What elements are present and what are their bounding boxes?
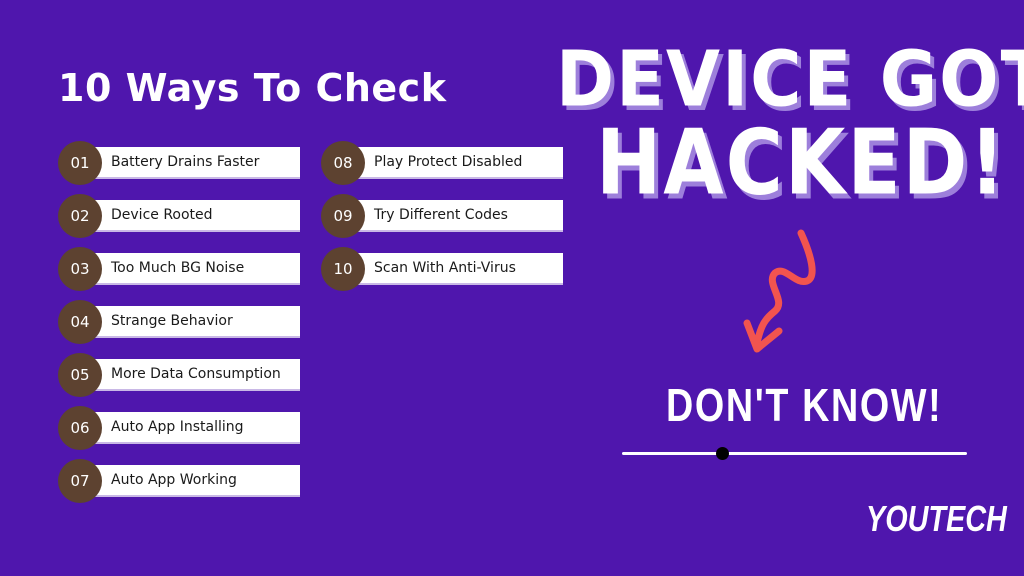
- list-item: 04 Strange Behavior: [58, 300, 303, 344]
- headline-line-2: HACKED!: [596, 112, 1007, 216]
- item-number-badge: 02: [58, 194, 102, 238]
- item-label: Too Much BG Noise: [111, 260, 245, 276]
- item-label: Try Different Codes: [374, 207, 508, 223]
- item-label: Battery Drains Faster: [111, 154, 260, 170]
- item-label: Auto App Working: [111, 472, 237, 488]
- item-number-badge: 08: [321, 141, 365, 185]
- divider-line: [622, 452, 967, 455]
- item-number-badge: 10: [321, 247, 365, 291]
- item-number-badge: 06: [58, 406, 102, 450]
- page-title: 10 Ways To Check: [58, 66, 447, 110]
- item-label: More Data Consumption: [111, 366, 281, 382]
- item-label: Strange Behavior: [111, 313, 233, 329]
- item-number-badge: 09: [321, 194, 365, 238]
- list-item: 07 Auto App Working: [58, 459, 303, 503]
- brand-logo: YOUTECH: [866, 498, 1007, 539]
- list-item: 05 More Data Consumption: [58, 353, 303, 397]
- list-item: 06 Auto App Installing: [58, 406, 303, 450]
- item-number-badge: 07: [58, 459, 102, 503]
- item-label: Play Protect Disabled: [374, 154, 523, 170]
- divider-dot: [716, 447, 729, 460]
- item-number-badge: 03: [58, 247, 102, 291]
- list-item: 10 Scan With Anti-Virus: [321, 247, 566, 291]
- item-number-badge: 05: [58, 353, 102, 397]
- item-label: Scan With Anti-Virus: [374, 260, 516, 276]
- headline-line-1: DEVICE GOT: [556, 34, 1024, 125]
- list-item: 01 Battery Drains Faster: [58, 141, 303, 185]
- squiggly-arrow-icon: [743, 229, 816, 353]
- item-label: Device Rooted: [111, 207, 213, 223]
- list-item: 03 Too Much BG Noise: [58, 247, 303, 291]
- list-item: 09 Try Different Codes: [321, 194, 566, 238]
- item-number-badge: 04: [58, 300, 102, 344]
- list-item: 08 Play Protect Disabled: [321, 141, 566, 185]
- item-label: Auto App Installing: [111, 419, 244, 435]
- dont-know-text: DON'T KNOW!: [666, 379, 943, 431]
- item-number-badge: 01: [58, 141, 102, 185]
- list-item: 02 Device Rooted: [58, 194, 303, 238]
